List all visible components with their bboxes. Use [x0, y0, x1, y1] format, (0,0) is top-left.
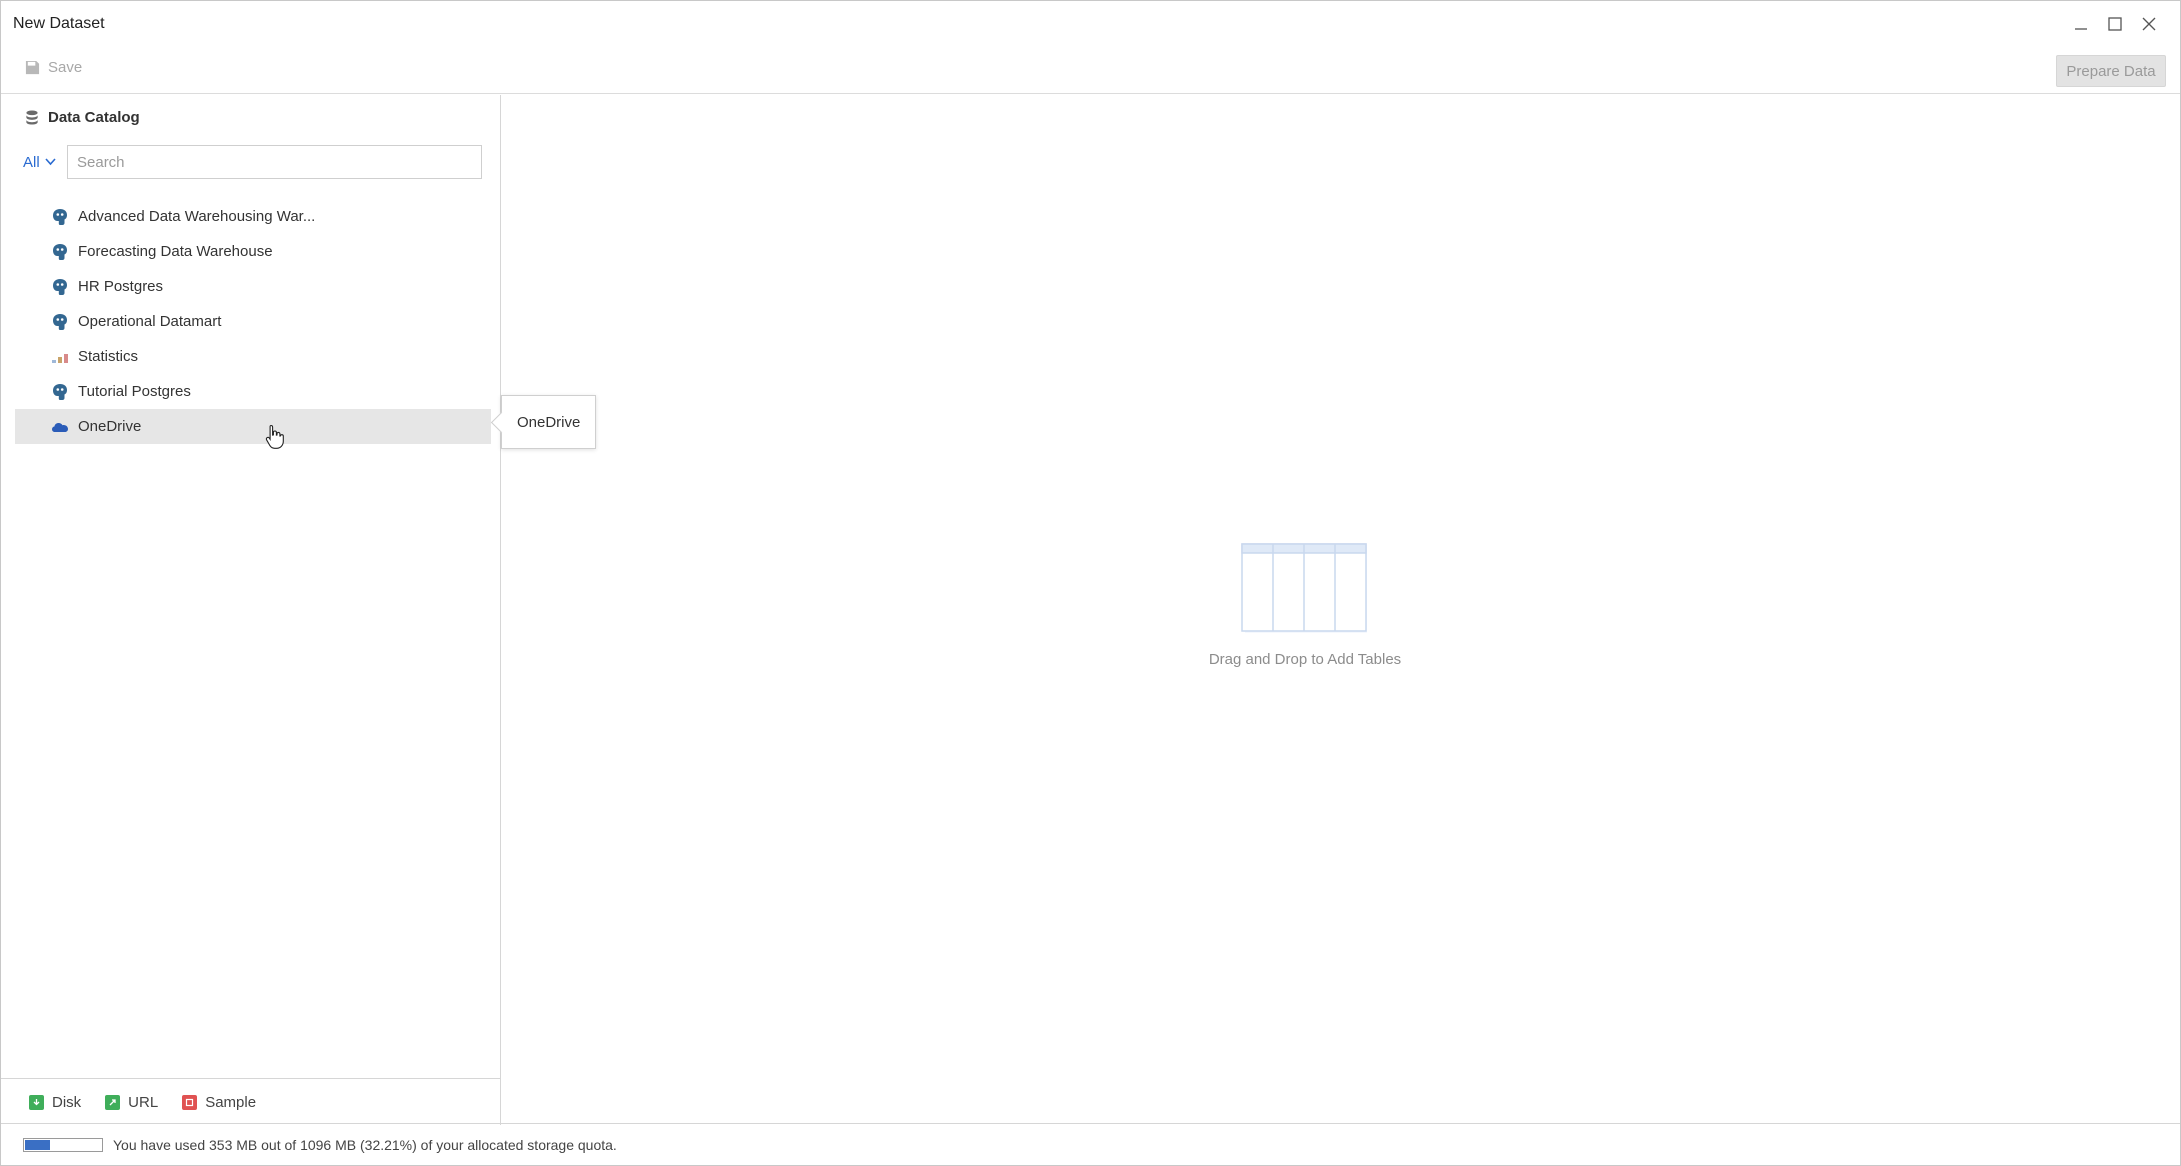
database-icon: [26, 110, 38, 125]
catalog-item-label: HR Postgres: [78, 278, 164, 295]
window-title: New Dataset: [13, 15, 105, 32]
minimize-icon: [2075, 28, 2087, 30]
sample-button[interactable]: Sample: [182, 1094, 256, 1111]
save-button[interactable]: Save: [25, 59, 82, 76]
chevron-down-icon: [45, 158, 56, 166]
sample-label: Sample: [205, 1093, 257, 1111]
save-icon: [25, 60, 40, 75]
catalog-footer: Disk URL Sample: [1, 1078, 500, 1125]
close-button[interactable]: [2132, 9, 2166, 39]
catalog-filter-row: All: [23, 145, 482, 179]
toolbar: Save Prepare Data: [1, 47, 2180, 94]
catalog-item-label: Statistics: [78, 348, 139, 365]
catalog-item-forecasting-data-warehouse[interactable]: Forecasting Data Warehouse: [15, 234, 491, 269]
catalog-item-operational-datamart[interactable]: Operational Datamart: [15, 304, 491, 339]
catalog-item-label: Forecasting Data Warehouse: [78, 243, 273, 260]
catalog-item-statistics[interactable]: Statistics: [15, 339, 491, 374]
postgres-icon: [51, 313, 69, 331]
disk-button[interactable]: Disk: [29, 1094, 81, 1111]
empty-state-text: Drag and Drop to Add Tables: [1208, 651, 1402, 668]
catalog-item-advanced-data-warehousing[interactable]: Advanced Data Warehousing War...: [15, 199, 491, 234]
prepare-data-button[interactable]: Prepare Data: [2056, 55, 2166, 87]
data-catalog-panel: Data Catalog All Advanced Data Warehousi…: [1, 95, 501, 1125]
data-catalog-title: Data Catalog: [48, 109, 140, 126]
sample-icon: [182, 1094, 198, 1110]
close-icon: [2142, 17, 2156, 31]
catalog-search-input[interactable]: [67, 145, 482, 179]
catalog-item-label: Operational Datamart: [78, 313, 222, 330]
disk-label: Disk: [52, 1093, 82, 1111]
filter-dropdown[interactable]: All: [23, 154, 67, 171]
empty-state: Drag and Drop to Add Tables: [1205, 543, 1405, 668]
catalog-item-label: Tutorial Postgres: [78, 383, 191, 400]
data-catalog-header: Data Catalog: [25, 109, 140, 126]
maximize-button[interactable]: [2098, 9, 2132, 39]
window-controls: [2064, 9, 2166, 39]
new-dataset-window: New Dataset Save Prepare Data Data Catal…: [0, 0, 2181, 1166]
storage-quota-fill: [25, 1139, 51, 1150]
table-placeholder-icon: [1241, 543, 1367, 633]
disk-icon: [29, 1094, 44, 1110]
title-bar: New Dataset: [1, 1, 2180, 47]
url-button[interactable]: URL: [105, 1094, 158, 1111]
link-icon: [105, 1094, 121, 1110]
catalog-tree: Advanced Data Warehousing War... Forecas…: [15, 199, 491, 444]
maximize-icon: [2108, 17, 2122, 31]
onedrive-icon: [51, 418, 69, 436]
status-bar: You have used 353 MB out of 1096 MB (32.…: [1, 1123, 2180, 1165]
storage-quota-bar: [23, 1137, 103, 1152]
save-label: Save: [48, 59, 83, 76]
minimize-button[interactable]: [2064, 9, 2098, 39]
statistics-icon: [51, 348, 69, 366]
catalog-item-tutorial-postgres[interactable]: Tutorial Postgres: [15, 374, 491, 409]
hand-cursor-icon: [265, 424, 284, 449]
postgres-icon: [51, 208, 69, 226]
catalog-item-label: Advanced Data Warehousing War...: [78, 208, 316, 225]
dataset-canvas[interactable]: Drag and Drop to Add Tables: [502, 95, 2180, 1125]
postgres-icon: [51, 278, 69, 296]
url-label: URL: [128, 1093, 159, 1111]
postgres-icon: [51, 383, 69, 401]
catalog-item-onedrive[interactable]: OneDrive: [15, 409, 491, 444]
storage-quota-text: You have used 353 MB out of 1096 MB (32.…: [113, 1136, 617, 1153]
filter-label: All: [23, 153, 40, 171]
catalog-item-hr-postgres[interactable]: HR Postgres: [15, 269, 491, 304]
postgres-icon: [51, 243, 69, 261]
catalog-item-label: OneDrive: [78, 418, 142, 435]
